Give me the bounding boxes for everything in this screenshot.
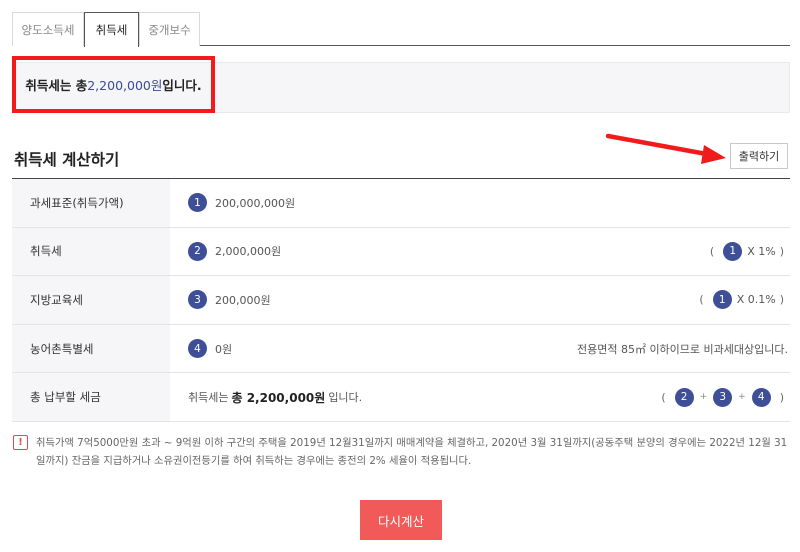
table-row: 과세표준(취득가액) 1 200,000,000원 <box>12 179 790 228</box>
number-badge: 4 <box>188 339 207 359</box>
row-value: 3 200,000원 <box>170 290 271 310</box>
tab-bar: 양도소득세 취득세 중개보수 <box>12 12 790 47</box>
number-badge: 3 <box>188 290 207 310</box>
row-label: 과세표준(취득가액) <box>12 179 170 227</box>
number-badge: 4 <box>751 387 771 407</box>
section-title: 취득세 계산하기 <box>14 151 120 169</box>
table-row-total: 총 납부할 세금 취득세는 총 2,200,000원 입니다. ( 2 + 3 … <box>12 373 790 422</box>
row-value: 2 2,000,000원 <box>170 241 282 261</box>
number-badge: 1 <box>723 241 743 261</box>
row-formula: ( 1 X 0.1% ) <box>695 276 788 324</box>
exemption-note: 전용면적 85㎡ 이하이므로 비과세대상입니다. <box>576 342 788 356</box>
result-amount: 2,200,000원 <box>87 78 163 93</box>
tab-capital-gains-tax[interactable]: 양도소득세 <box>12 12 84 46</box>
table-row: 취득세 2 2,000,000원 ( 1 X 1% ) <box>12 227 790 277</box>
total-suffix: 입니다. <box>328 391 363 405</box>
calculation-table: 과세표준(취득가액) 1 200,000,000원 취득세 2 2,000,00… <box>12 178 790 422</box>
row-amount: 200,000,000원 <box>215 196 296 210</box>
plus-sign: + <box>699 392 708 403</box>
number-badge: 1 <box>188 193 207 213</box>
recalculate-button[interactable]: 다시계산 <box>360 500 442 540</box>
row-amount: 2,000,000원 <box>215 245 282 259</box>
row-label: 농어촌특별세 <box>12 324 170 373</box>
red-arrow-icon <box>605 133 726 164</box>
row-note: 전용면적 85㎡ 이하이므로 비과세대상입니다. <box>577 325 788 373</box>
row-formula: ( 1 X 1% ) <box>706 228 788 276</box>
number-badge: 3 <box>713 387 733 407</box>
number-badge: 2 <box>674 387 694 407</box>
number-badge: 2 <box>188 241 207 261</box>
warning-icon: ! <box>13 435 28 450</box>
row-label: 총 납부할 세금 <box>12 373 170 421</box>
formula-text: X 1% <box>747 244 776 258</box>
row-label: 취득세 <box>12 227 170 276</box>
table-row: 농어촌특별세 4 0원 전용면적 85㎡ 이하이므로 비과세대상입니다. <box>12 324 790 374</box>
table-row: 지방교육세 3 200,000원 ( 1 X 0.1% ) <box>12 276 790 325</box>
row-value: 1 200,000,000원 <box>170 193 296 213</box>
row-value: 4 0원 <box>170 339 233 359</box>
tab-brokerage-fee[interactable]: 중개보수 <box>139 12 200 46</box>
row-amount: 0원 <box>215 342 233 356</box>
result-prefix: 취득세는 총 <box>25 78 88 93</box>
notice: ! 취득가액 7억5000만원 초과 ~ 9억원 이하 구간의 주택을 2019… <box>13 434 790 470</box>
total-amount: 총 2,200,000원 <box>231 390 326 405</box>
number-badge: 1 <box>712 290 732 310</box>
print-button[interactable]: 출력하기 <box>730 143 788 169</box>
result-suffix: 입니다. <box>162 78 202 93</box>
formula-text: X 0.1% <box>736 293 776 307</box>
plus-sign: + <box>738 392 746 403</box>
notice-text: 취득가액 7억5000만원 초과 ~ 9억원 이하 구간의 주택을 2019년 … <box>36 437 788 467</box>
total-prefix: 취득세는 <box>188 391 229 405</box>
tab-acquisition-tax[interactable]: 취득세 <box>84 12 139 47</box>
row-label: 지방교육세 <box>12 276 170 324</box>
result-summary: 취득세는 총 2,200,000원 입니다. <box>12 56 215 113</box>
row-amount: 200,000원 <box>215 293 271 307</box>
total-formula: ( 2 + 3 + 4 ) <box>657 373 788 421</box>
total-value: 취득세는 총 2,200,000원 입니다. <box>170 389 362 406</box>
